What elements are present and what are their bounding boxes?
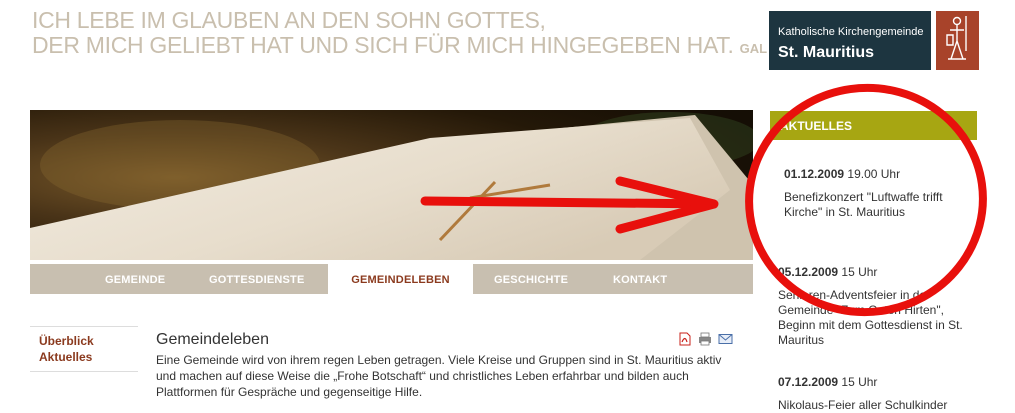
email-icon[interactable] xyxy=(718,334,733,344)
news-text: Senioren-Adventsfeier in der Gemeinde "Z… xyxy=(778,288,963,347)
motto-line-1: ICH LEBE IM GLAUBEN AN DEN SOHN GOTTES, xyxy=(32,7,546,33)
parish-logo[interactable]: Katholische Kirchengemeinde St. Mauritiu… xyxy=(769,11,931,70)
sub-nav-item-ueberblick[interactable]: Überblick xyxy=(39,333,138,349)
pdf-icon[interactable] xyxy=(679,332,691,346)
news-item[interactable]: 07.12.2009 15 Uhr Nikolaus-Feier aller S… xyxy=(778,375,978,413)
news-date: 07.12.2009 xyxy=(778,375,839,389)
news-header: AKTUELLES xyxy=(770,111,977,140)
sub-navigation: Überblick Aktuelles xyxy=(30,326,138,372)
header-motto: ICH LEBE IM GLAUBEN AN DEN SOHN GOTTES, … xyxy=(32,8,805,61)
news-time: 15 Uhr xyxy=(841,375,878,389)
nav-item-gemeinde[interactable]: GEMEINDE xyxy=(105,264,165,294)
main-navigation: GEMEINDE GOTTESDIENSTE GEMEINDELEBEN GES… xyxy=(30,264,753,294)
logo-subtitle: Katholische Kirchengemeinde xyxy=(778,26,924,38)
page-title: Gemeindeleben xyxy=(156,331,269,348)
page-tools xyxy=(678,332,738,351)
page-intro-text: Eine Gemeinde wird von ihrem regen Leben… xyxy=(156,353,722,399)
motto-line-2-text: DER MICH GELIEBT HAT UND SICH FÜR MICH H… xyxy=(32,32,734,58)
news-time: 15 Uhr xyxy=(841,265,878,279)
nav-item-kontakt[interactable]: KONTAKT xyxy=(613,264,667,294)
news-text: Nikolaus-Feier aller Schulkinder xyxy=(778,398,948,412)
news-item[interactable]: 01.12.2009 19.00 Uhr Benefizkonzert "Luf… xyxy=(784,167,984,220)
news-text: Benefizkonzert "Luftwaffe trifft Kirche"… xyxy=(784,190,943,219)
nav-item-geschichte[interactable]: GESCHICHTE xyxy=(494,264,568,294)
nav-item-gemeindeleben[interactable]: GEMEINDELEBEN xyxy=(328,264,473,294)
nav-item-gottesdienste[interactable]: GOTTESDIENSTE xyxy=(209,264,305,294)
news-time: 19.00 Uhr xyxy=(847,167,901,181)
sub-nav-item-aktuelles[interactable]: Aktuelles xyxy=(39,349,138,365)
saint-figure-icon xyxy=(936,11,979,70)
logo-title: St. Mauritius xyxy=(778,44,875,61)
news-date: 05.12.2009 xyxy=(778,265,839,279)
news-item[interactable]: 05.12.2009 15 Uhr Senioren-Adventsfeier … xyxy=(778,265,978,348)
print-icon[interactable] xyxy=(699,332,711,346)
motto-line-2: DER MICH GELIEBT HAT UND SICH FÜR MICH H… xyxy=(32,33,805,61)
news-date: 01.12.2009 xyxy=(784,167,845,181)
hero-image xyxy=(30,110,753,260)
